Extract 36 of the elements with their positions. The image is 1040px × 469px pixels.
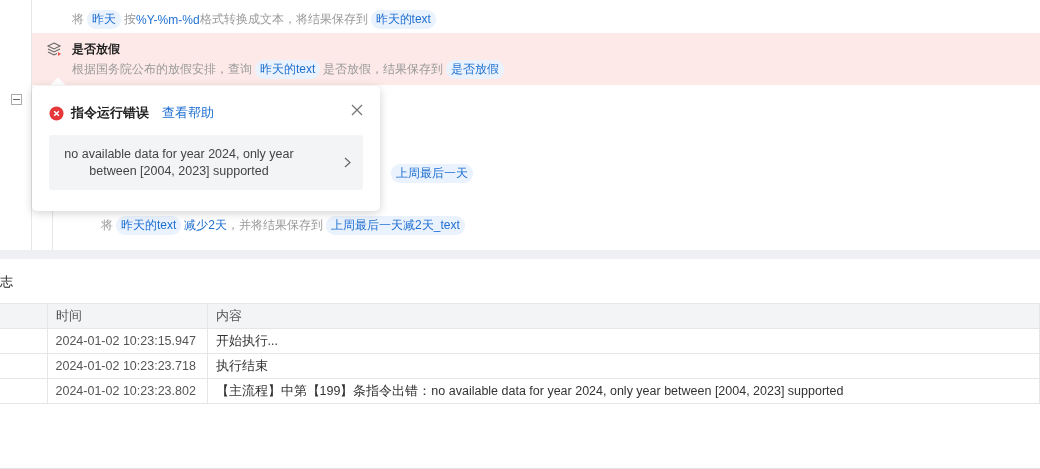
table-cell: 开始执行... — [207, 328, 1040, 354]
table-cell: 执行结束 — [207, 353, 1040, 379]
table-cell: 【主流程】中第【199】条指令出错：no available data for year 2024, only year between [2004, 2023] supported — [207, 378, 1040, 404]
error-message-box[interactable]: no available data for year 2024, only year between [2004, 2023] supported — [49, 135, 363, 190]
chevron-right-icon — [344, 157, 351, 168]
description-text: 根据国务院公布的放假安排，查询 — [72, 61, 252, 78]
description-text: 将 — [101, 217, 113, 234]
variable-tag: 上周最后一天 — [391, 164, 473, 183]
variable-tag: 是否放假 — [446, 60, 505, 79]
popover-title: 指令运行错误 — [71, 104, 149, 122]
close-icon[interactable] — [351, 104, 363, 116]
description-text: 按 — [124, 11, 136, 28]
panel-title: 志 — [0, 273, 14, 291]
help-link[interactable]: 查看帮助 — [162, 104, 214, 122]
highlighted-step[interactable]: 是否放假 根据国务院公布的放假安排，查询 昨天的text 是否放假，结果保存到 是否放假 — [32, 33, 1040, 85]
collapse-toggle[interactable] — [11, 93, 22, 105]
parameter-text: 减少2天 — [184, 217, 228, 234]
layers-icon — [46, 41, 62, 57]
error-icon — [49, 105, 64, 121]
variable-tag: 昨天的text — [255, 60, 321, 79]
step-title: 是否放假 — [72, 40, 120, 58]
variable-tag: 昨天的text — [116, 216, 182, 235]
variable-tag: 昨天的text — [370, 10, 436, 29]
table-cell: 2024-01-02 10:23:23.802 — [47, 378, 207, 404]
description-text: 是否放假，结果保存到 — [323, 61, 444, 78]
table-cell: 2024-01-02 10:23:15.947 — [47, 328, 207, 354]
error-message: no available data for year 2024, only year between [2004, 2023] supported — [63, 145, 295, 180]
column-header: 内容 — [207, 303, 1040, 329]
description-text: 将 — [72, 11, 84, 28]
variable-tag: 昨天 — [87, 10, 121, 29]
table-cell: 2024-01-02 10:23:23.718 — [47, 353, 207, 379]
column-header: 时间 — [47, 303, 207, 329]
variable-tag: 上周最后一天减2天_text — [326, 216, 465, 235]
description-text: ，并将结果保存到 — [227, 217, 324, 234]
parameter-text: %Y-%m-%d — [136, 12, 200, 27]
description-text: 格式转换成文本，将结果保存到 — [199, 11, 368, 28]
